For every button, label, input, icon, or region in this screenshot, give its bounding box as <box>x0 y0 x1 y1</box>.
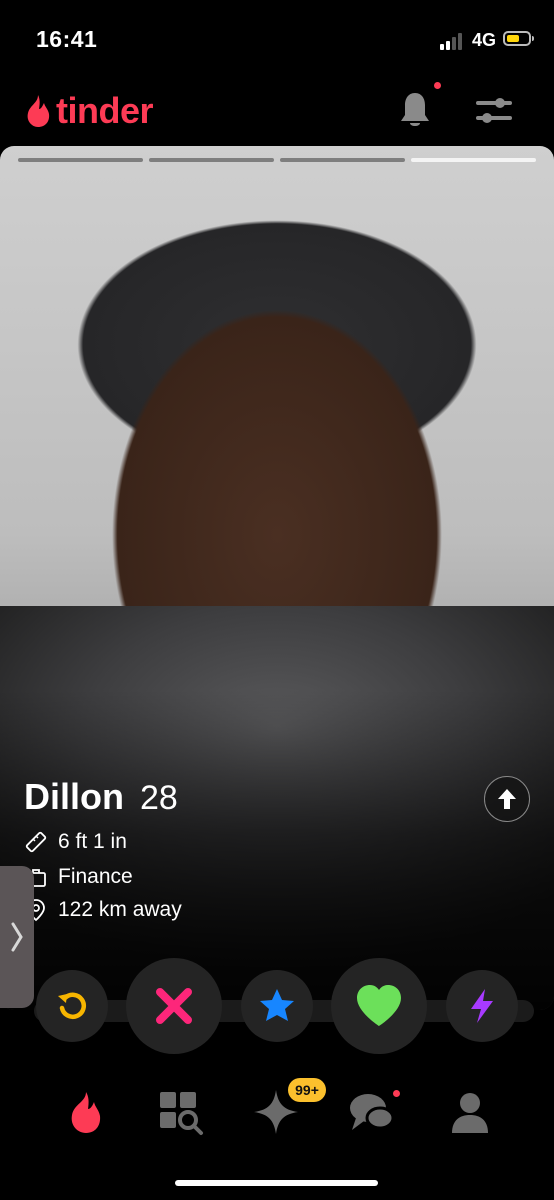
heart-icon <box>357 985 401 1026</box>
flame-icon[interactable] <box>62 1088 110 1136</box>
nope-button[interactable] <box>126 958 222 1054</box>
notification-dot <box>393 1090 400 1097</box>
app-header: tinder <box>0 80 554 144</box>
x-icon <box>156 988 192 1024</box>
filter-sliders-icon[interactable] <box>474 96 514 126</box>
profile-name-row: Dillon 28 <box>24 776 178 818</box>
network-label: 4G <box>472 30 497 50</box>
profile-name: Dillon <box>24 776 124 817</box>
ruler-icon <box>25 831 47 853</box>
chevron-right-icon <box>11 922 23 952</box>
detail-text: 6 ft 1 in <box>58 830 127 853</box>
battery-icon <box>503 31 534 46</box>
open-profile-button[interactable] <box>484 776 530 822</box>
super-like-button[interactable] <box>241 970 313 1042</box>
explore-icon[interactable] <box>156 1088 204 1136</box>
rewind-icon <box>58 992 87 1019</box>
like-button[interactable] <box>331 958 427 1054</box>
bell-icon[interactable] <box>398 90 432 130</box>
notification-dot <box>434 82 441 89</box>
rewind-button[interactable] <box>36 970 108 1042</box>
detail-height: 6 ft 1 in <box>24 830 127 854</box>
boost-button[interactable] <box>446 970 518 1042</box>
status-bar: 16:41 4G <box>0 0 554 80</box>
side-panel-tab[interactable] <box>0 866 34 1008</box>
photo-progress-segment <box>280 158 405 162</box>
status-time: 16:41 <box>36 26 98 52</box>
photo-progress-segment <box>149 158 274 162</box>
profile-age: 28 <box>139 779 178 817</box>
signal-icon <box>440 32 466 50</box>
arrow-up-icon <box>498 789 516 809</box>
likes-count-badge: 99+ <box>288 1078 326 1102</box>
photo-progress <box>18 158 536 162</box>
flame-icon <box>27 95 50 127</box>
detail-job: Finance <box>24 865 133 889</box>
lightning-icon <box>471 989 493 1023</box>
chat-icon[interactable] <box>348 1088 396 1136</box>
detail-distance: 122 km away <box>24 898 182 922</box>
tinder-logo[interactable]: tinder <box>24 90 154 132</box>
detail-text: 122 km away <box>58 898 182 921</box>
photo-progress-segment <box>411 158 536 162</box>
star-icon <box>260 989 294 1021</box>
brand-name: tinder <box>56 90 154 131</box>
profile-icon[interactable] <box>446 1088 494 1136</box>
photo-progress-segment <box>18 158 143 162</box>
detail-text: Finance <box>58 865 133 888</box>
profile-card[interactable]: Dillon 28 6 ft 1 in Finance 122 km away <box>0 146 554 1010</box>
home-indicator <box>175 1180 378 1186</box>
